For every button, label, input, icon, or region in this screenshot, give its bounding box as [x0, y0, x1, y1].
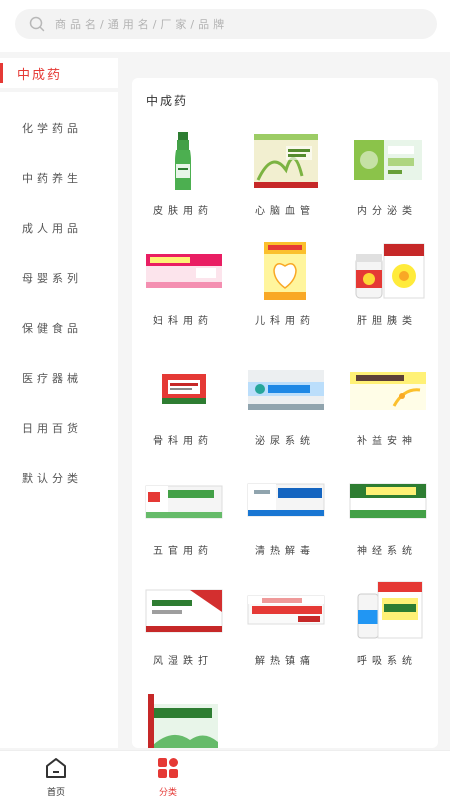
subcategory-label: 内分泌类 [357, 206, 417, 217]
search-placeholder: 商品名/通用名/厂家/品牌 [55, 18, 229, 31]
blue-capsule-box-icon [248, 370, 324, 410]
subcategory-label: 补益安神 [357, 436, 417, 447]
tab-home-label: 首页 [46, 788, 65, 798]
red-white-box-icon [145, 589, 223, 633]
subcategory-label: 肝胆胰类 [357, 316, 417, 327]
subcategory-panel: 中成药 皮肤用药 心脑血管 内分泌类 妇科用药 儿科用药 肝胆胰类 骨科用药 泌… [132, 78, 438, 748]
subcategory-liver[interactable]: 肝胆胰类 [336, 240, 438, 350]
subcategory-antipyretic[interactable]: 解热镇痛 [234, 580, 336, 690]
sidebar-item-health-food[interactable]: 保健食品 [22, 320, 82, 336]
yellow-injection-box-icon [350, 372, 426, 410]
green-tablet-box-icon [145, 485, 223, 519]
selected-indicator [0, 63, 3, 83]
bottom-tab-bar: 首页 分类 [0, 750, 450, 800]
subcategory-label: 五官用药 [153, 546, 213, 557]
subcategory-gyn[interactable]: 妇科用药 [132, 240, 234, 350]
selected-category-label: 中成药 [17, 67, 63, 83]
sidebar-item-daily-goods[interactable]: 日用百货 [22, 420, 82, 436]
app-screen: 商品名/通用名/厂家/品牌 中成药 化学药品 中药养生 成人用品 母婴系列 保健… [0, 0, 450, 800]
shenmai-injection-box-icon [254, 134, 318, 188]
subcategory-neuro[interactable]: 神经系统 [336, 470, 438, 580]
subcategory-label: 骨科用药 [153, 436, 213, 447]
search-input[interactable]: 商品名/通用名/厂家/品牌 [15, 9, 437, 39]
subcategory-label: 泌尿系统 [255, 436, 315, 447]
sidebar-item-herbal[interactable]: 中药养生 [22, 170, 82, 186]
subcategory-label: 儿科用药 [255, 316, 315, 327]
tab-home[interactable]: 首页 [26, 757, 86, 798]
selected-category[interactable]: 中成药 [0, 58, 118, 88]
subcategory-pediatric[interactable]: 儿科用药 [234, 240, 336, 350]
top-bar: 商品名/通用名/厂家/品牌 [0, 0, 450, 52]
tab-category-label: 分类 [158, 788, 177, 798]
category-sidebar: 化学药品 中药养生 成人用品 母婴系列 保健食品 医疗器械 日用百货 默认分类 [0, 92, 118, 748]
subcategory-label: 解热镇痛 [255, 656, 315, 667]
subcategory-endocrine[interactable]: 内分泌类 [336, 130, 438, 240]
subcategory-rheum[interactable]: 风湿跌打 [132, 580, 234, 690]
subcategory-ortho[interactable]: 骨科用药 [132, 360, 234, 470]
sidebar-item-adult[interactable]: 成人用品 [22, 220, 82, 236]
home-icon [46, 758, 66, 778]
sidebar-item-maternal[interactable]: 母婴系列 [22, 270, 82, 286]
subcategory-detox[interactable]: 清热解毒 [234, 470, 336, 580]
subcategory-item[interactable] [132, 690, 234, 748]
yellow-granule-box-icon [264, 242, 306, 300]
green-bottle-icon [175, 132, 191, 190]
sidebar-item-medical-device[interactable]: 医疗器械 [22, 370, 82, 386]
red-stripe-box-icon [247, 595, 325, 625]
green-injection-box-icon [349, 483, 427, 519]
hugan-tablet-bottle-icon [355, 243, 425, 299]
subcategory-label: 妇科用药 [153, 316, 213, 327]
tab-category[interactable]: 分类 [138, 757, 198, 798]
red-ointment-box-icon [162, 374, 206, 404]
subcategory-label: 神经系统 [357, 546, 417, 557]
subcategory-respiratory[interactable]: 呼吸系统 [336, 580, 438, 690]
subcategory-label: 清热解毒 [255, 546, 315, 557]
sidebar-item-default[interactable]: 默认分类 [22, 470, 82, 486]
subcategory-cardio[interactable]: 心脑血管 [234, 130, 336, 240]
panel-title: 中成药 [146, 94, 189, 108]
pink-gel-box-icon [146, 254, 222, 288]
category-grid-icon [158, 758, 178, 778]
subcategory-label: 心脑血管 [255, 206, 315, 217]
subcategory-label: 风湿跌打 [153, 656, 213, 667]
sidebar-item-chemical[interactable]: 化学药品 [22, 120, 82, 136]
yellow-bottle-box-icon [357, 581, 423, 639]
subcategory-skin[interactable]: 皮肤用药 [132, 130, 234, 240]
green-box-icon [354, 140, 422, 180]
subcategory-ent[interactable]: 五官用药 [132, 470, 234, 580]
subcategory-urinary[interactable]: 泌尿系统 [234, 360, 336, 470]
search-icon [29, 16, 45, 32]
subcategory-label: 皮肤用药 [153, 206, 213, 217]
subcategory-tonic[interactable]: 补益安神 [336, 360, 438, 470]
subcategory-label: 呼吸系统 [357, 656, 417, 667]
huoxiang-liquid-box-icon [148, 694, 218, 748]
blue-injection-box-icon [247, 483, 325, 517]
